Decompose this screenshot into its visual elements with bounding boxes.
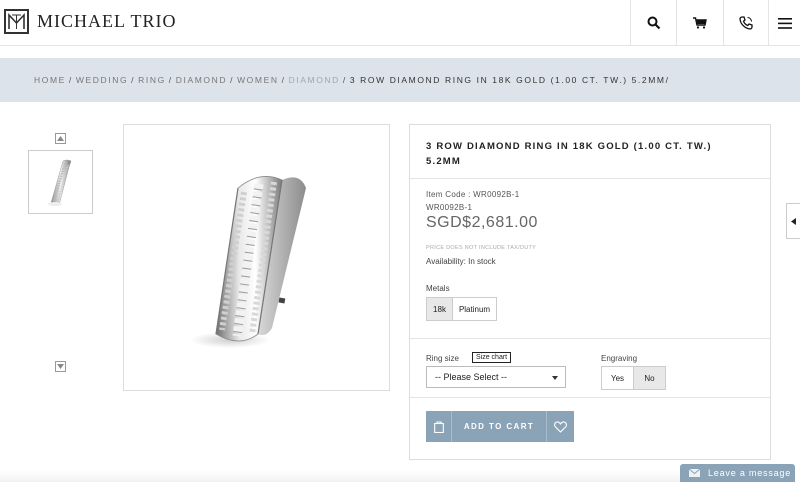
sku: WR0092B-1 [426,203,473,212]
thumbnail-down-button[interactable] [55,361,66,372]
ring-size-value: -- Please Select -- [435,372,508,382]
leave-message-label: Leave a message [708,468,792,478]
size-chart-link[interactable]: Size chart [472,352,512,363]
menu-icon [777,17,792,29]
phone-button[interactable] [723,0,768,46]
breadcrumb-wedding[interactable]: WEDDING [76,75,128,85]
breadcrumb-diamond-sub[interactable]: DIAMOND [289,75,340,85]
add-to-cart-label: ADD TO CART [463,422,535,431]
breadcrumb-separator: / [230,75,235,85]
availability: Availability: In stock [426,257,496,266]
price-note: PRICE DOES NOT INCLUDE TAX/DUTY [426,245,537,251]
page-bottom-fade [0,470,680,482]
engraving-yes-option[interactable]: Yes [601,366,634,390]
engraving-no-option[interactable]: No [634,366,666,390]
price-currency: SGD$ [426,214,472,231]
metals-label: Metals [426,284,450,293]
breadcrumb-bar: HOME / WEDDING / RING / DIAMOND / WOMEN / DIAMOND /… [0,58,800,102]
breadcrumb: HOME / WEDDING / RING / DIAMOND / WOMEN / DIAMOND /… [34,75,670,85]
cart-button[interactable] [676,0,723,46]
add-to-cart-button[interactable]: ADD TO CART [426,411,574,442]
thumbnail-up-button[interactable] [55,133,66,144]
breadcrumb-diamond[interactable]: DIAMOND [176,75,227,85]
ring-size-select[interactable]: -- Please Select -- [426,366,566,388]
item-code: Item Code : WR0092B-1 [426,190,520,199]
heart-icon [554,420,567,433]
brand-logo[interactable]: MICHAEL TRIO [4,9,177,34]
chevron-up-icon [57,136,64,141]
breadcrumb-home[interactable]: HOME [34,75,66,85]
cart-icon [693,17,707,29]
price-amount: 2,681.00 [471,214,538,231]
search-button[interactable] [630,0,676,46]
divider [410,178,770,179]
ring-thumbnail-image [47,159,71,206]
divider [410,338,770,339]
breadcrumb-ring[interactable]: RING [138,75,166,85]
diamond-ring-image [189,175,306,348]
divider [410,397,770,398]
metal-options: 18k Platinum [426,297,497,321]
mt-monogram-icon [4,9,29,34]
product-title: 3 ROW DIAMOND RING IN 18K GOLD (1.00 CT.… [426,141,712,167]
caret-down-icon [552,376,558,380]
metal-option-18k[interactable]: 18k [426,297,453,321]
chevron-left-icon [791,217,796,225]
product-details-panel: 3 ROW DIAMOND RING IN 18K GOLD (1.00 CT.… [409,124,771,460]
menu-button[interactable] [768,0,800,46]
metal-option-platinum[interactable]: Platinum [453,297,497,321]
breadcrumb-women[interactable]: WOMEN [237,75,279,85]
breadcrumb-separator: / [281,75,286,85]
engraving-options: Yes No [601,366,666,390]
breadcrumb-separator: / [168,75,173,85]
product-thumbnail[interactable] [28,150,93,214]
chevron-down-icon [57,364,64,369]
site-header: MICHAEL TRIO [0,0,800,46]
envelope-icon [689,469,700,477]
breadcrumb-separator: / [68,75,73,85]
breadcrumb-separator: / [342,75,347,85]
ring-size-label: Ring size [426,354,459,363]
cart-bag-icon [426,411,452,442]
phone-icon [739,16,753,30]
brand-name: MICHAEL TRIO [37,11,177,31]
engraving-label: Engraving [601,354,638,363]
side-panel-toggle[interactable] [786,203,800,239]
leave-message-button[interactable]: Leave a message [680,464,795,482]
search-icon [647,16,660,30]
wishlist-button[interactable] [546,411,574,442]
breadcrumb-separator: / [131,75,136,85]
main-product-image[interactable] [123,124,390,391]
price: SGD$2,681.00 [426,214,538,232]
breadcrumb-current: 3 ROW DIAMOND RING IN 18K GOLD (1.00 CT.… [349,75,670,85]
